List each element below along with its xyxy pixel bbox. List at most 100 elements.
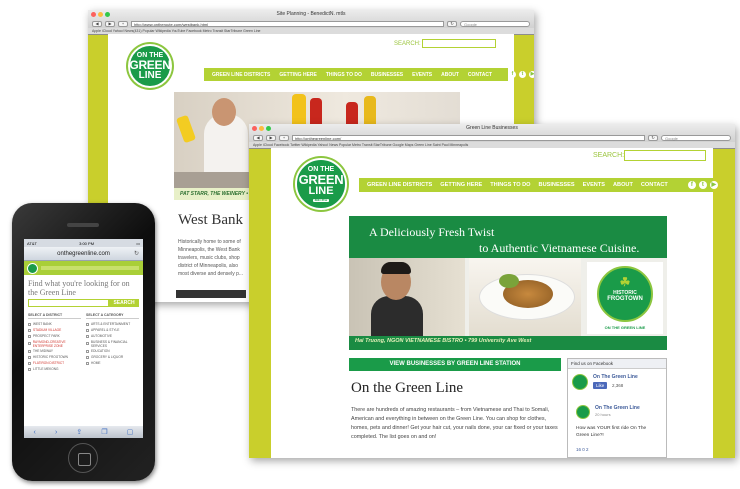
reload-icon[interactable]: ↻ — [648, 134, 658, 141]
front-search-input[interactable] — [624, 150, 706, 161]
close-icon[interactable] — [91, 12, 96, 17]
logo-text: GREEN — [298, 171, 344, 187]
nav-item[interactable]: BUSINESSES — [539, 182, 575, 188]
fb-page-avatar[interactable] — [572, 374, 588, 390]
tabs-icon[interactable]: ▢ — [127, 428, 134, 436]
chef-head — [212, 98, 236, 126]
phone-screen: AT&T 3:00 PM ▭ onthegreenline.com ↻ Find… — [24, 239, 143, 438]
nav-item[interactable]: EVENTS — [412, 72, 432, 78]
back-google-search[interactable]: Google — [460, 20, 530, 27]
back-page-footer-bar — [176, 290, 246, 298]
hero-banner[interactable]: A Deliciously Fresh Twist to Authentic V… — [349, 216, 667, 350]
mobile-select-columns: SELECT A DISTRICT WEST BANK STADIUM VILL… — [24, 307, 143, 372]
back-toolbar: ◀ ▶ + http://www.ontheroute.com/westbank… — [88, 19, 534, 28]
category-item[interactable]: HOME — [86, 360, 139, 366]
back-search-label: SEARCH: — [394, 41, 421, 47]
nav-item[interactable]: CONTACT — [468, 72, 492, 78]
district-item[interactable]: RAYMOND-CREATIVE ENTERPRISE ZONE — [28, 339, 81, 348]
nav-item[interactable]: THINGS TO DO — [326, 72, 362, 78]
youtube-icon[interactable]: ▶ — [709, 181, 718, 189]
mobile-search-button[interactable]: SEARCH — [109, 299, 139, 307]
safari-bottom-toolbar: ‹ › ⇪ ❐ ▢ — [24, 426, 143, 438]
category-header: SELECT A CATEGORY — [86, 313, 139, 319]
reload-icon[interactable]: ↻ — [447, 20, 457, 27]
greens — [499, 274, 519, 288]
back-arrow-icon[interactable]: ◀ — [92, 20, 102, 27]
nav-item[interactable]: ABOUT — [613, 182, 633, 188]
nav-item[interactable]: GETTING HERE — [279, 72, 317, 78]
home-button[interactable] — [68, 443, 98, 473]
hero-headline-2: to Authentic Vietnamese Cuisine. — [479, 241, 640, 255]
forward-arrow-icon[interactable]: ▶ — [266, 134, 276, 141]
chef-hair — [381, 262, 411, 274]
chef-portrait — [349, 258, 465, 336]
twitter-icon[interactable]: t — [698, 181, 707, 189]
nav-item[interactable]: GETTING HERE — [440, 182, 482, 188]
twitter-icon[interactable]: t — [519, 71, 526, 78]
zoom-icon[interactable] — [105, 12, 110, 17]
back-arrow-icon[interactable]: ◀ — [253, 134, 263, 141]
youtube-icon[interactable]: ▶ — [529, 71, 534, 78]
facebook-icon[interactable]: f — [687, 181, 696, 189]
category-item[interactable]: BUSINESS & FINANCIAL SERVICES — [86, 339, 139, 348]
nav-item[interactable]: GREEN LINE DISTRICTS — [212, 72, 270, 78]
category-column: SELECT A CATEGORY ARTS & ENTERTAINMENT A… — [86, 313, 139, 372]
fb-like-button[interactable]: Like — [593, 382, 608, 389]
badge-sub: ON THE GREEN LINE — [604, 325, 646, 330]
logo-text: LINE — [308, 184, 334, 197]
frogtown-badge[interactable]: ☘ HISTORIC FROGTOWN ON THE GREEN LINE — [587, 262, 663, 334]
logo-text: GREEN — [129, 57, 171, 72]
back-search-input[interactable] — [422, 39, 496, 48]
reload-icon[interactable]: ↻ — [134, 250, 139, 257]
frog-icon: ☘ — [619, 275, 631, 289]
yellow-bottle-hand — [175, 114, 197, 144]
minimize-icon[interactable] — [259, 126, 264, 131]
frogtown-circle: ☘ HISTORIC FROGTOWN — [597, 266, 653, 322]
forward-arrow-icon[interactable]: ▶ — [105, 20, 115, 27]
district-item[interactable]: LITTLE MEKONG — [28, 366, 81, 372]
share-icon[interactable]: ⇪ — [76, 428, 82, 436]
district-column: SELECT A DISTRICT WEST BANK STADIUM VILL… — [28, 313, 81, 372]
back-main-nav: GREEN LINE DISTRICTS GETTING HERE THINGS… — [204, 68, 534, 81]
mobile-search: SEARCH — [28, 299, 139, 307]
section-body: There are hundreds of amazing restaurant… — [351, 407, 558, 440]
back-site-logo[interactable]: ON THE GREEN LINE — [128, 44, 172, 88]
front-main-nav: GREEN LINE DISTRICTS GETTING HERE THINGS… — [359, 178, 718, 192]
forward-arrow-icon[interactable]: › — [55, 429, 57, 436]
front-site-logo[interactable]: ON THE GREEN LINE METRO — [295, 158, 347, 210]
fb-post-text: How was YOUR first ride On The Green Lin… — [576, 426, 647, 438]
mobile-search-input[interactable] — [28, 299, 109, 307]
front-search-label: SEARCH: — [593, 152, 625, 159]
mobile-site-logo[interactable] — [27, 262, 38, 274]
district-header: SELECT A DISTRICT — [28, 313, 81, 319]
nav-item[interactable]: THINGS TO DO — [490, 182, 530, 188]
nav-item[interactable]: CONTACT — [641, 182, 668, 188]
phone-address-bar[interactable]: onthegreenline.com ↻ — [24, 247, 143, 261]
front-address-bar[interactable]: http://onthegreenline.com/ — [292, 134, 645, 141]
mobile-find-text: Find what you're looking for on the Gree… — [28, 279, 130, 297]
view-businesses-button[interactable]: VIEW BUSINESSES BY GREEN LINE STATION — [349, 358, 561, 371]
facebook-icon[interactable]: f — [509, 71, 516, 78]
fb-post-time: 20 hours — [595, 412, 611, 417]
back-arrow-icon[interactable]: ‹ — [34, 429, 36, 436]
close-icon[interactable] — [252, 126, 257, 131]
nav-item[interactable]: EVENTS — [583, 182, 605, 188]
fb-like-label: Like — [596, 383, 605, 388]
battery-icon: ▭ — [136, 240, 140, 246]
fb-post-name[interactable]: On The Green Line — [595, 405, 640, 411]
front-google-search[interactable]: Google — [661, 134, 731, 141]
back-address-bar[interactable]: http://www.ontheroute.com/westbank.html — [131, 20, 444, 27]
fb-post-avatar — [576, 405, 590, 419]
zoom-icon[interactable] — [266, 126, 271, 131]
fb-page-name[interactable]: On The Green Line — [593, 374, 638, 380]
front-browser-window: Green Line Businesses ◀ ▶ + http://onthe… — [249, 124, 735, 458]
nav-item[interactable]: ABOUT — [441, 72, 459, 78]
nav-item[interactable]: BUSINESSES — [371, 72, 403, 78]
bookmarks-icon[interactable]: ❐ — [101, 428, 107, 436]
minimize-icon[interactable] — [98, 12, 103, 17]
add-tab-icon[interactable]: + — [118, 20, 128, 27]
front-window-title: Green Line Businesses — [466, 125, 518, 131]
nav-item[interactable]: GREEN LINE DISTRICTS — [367, 182, 432, 188]
add-tab-icon[interactable]: + — [279, 134, 289, 141]
hero-caption: Hai Truong, NGON VIETNAMESE BISTRO • 799… — [355, 338, 532, 344]
